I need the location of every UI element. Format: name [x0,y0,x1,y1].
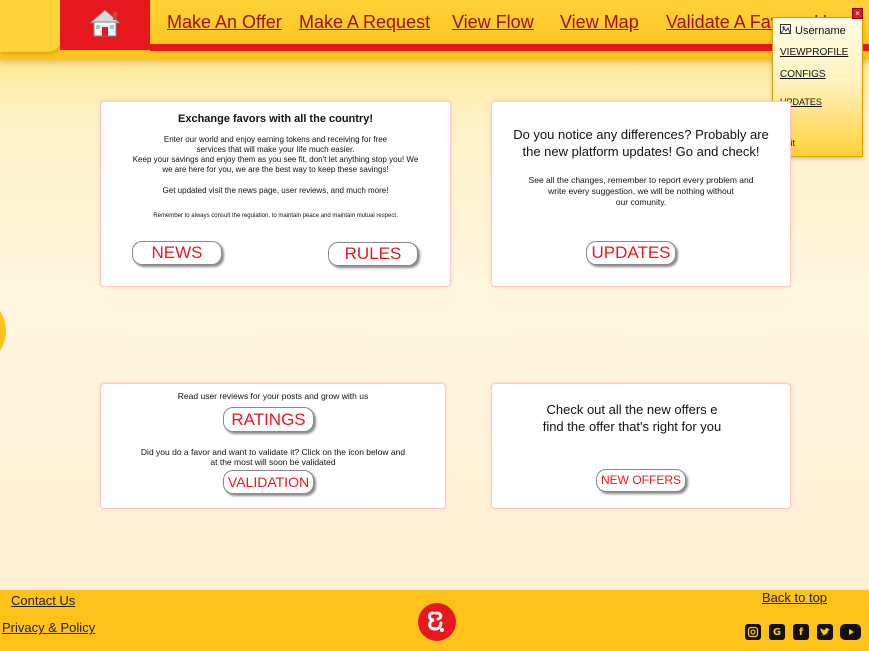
card-exchange-favors: Exchange favors with all the country! En… [100,101,451,287]
top-navigation: Make An Offer Make A Request View Flow V… [0,0,869,60]
card-text: we are here for you, we are the best way… [162,165,389,174]
instagram-icon[interactable] [745,624,761,640]
google-icon[interactable]: G [769,624,785,640]
home-icon [88,8,122,43]
back-to-top-link[interactable]: Back to top [762,590,827,605]
menu-view-profile[interactable]: VIEWPROFILE [780,47,848,58]
app-logo-icon[interactable] [418,603,456,641]
validation-button[interactable]: VALIDATION [223,470,314,494]
card-text: Get updated visit the news page, user re… [162,186,389,195]
card-text: Read user reviews for your posts and gro… [177,391,369,401]
card-text: write every suggestion, we will be nothi… [548,186,734,196]
card-ratings-validation: Read user reviews for your posts and gro… [100,383,446,509]
new-offers-button[interactable]: NEW OFFERS [596,469,686,492]
nav-underline [150,44,869,51]
card-text: find the offer that's right for you [542,419,722,434]
close-icon[interactable]: × [852,8,863,19]
card-text: Did you do a favor and want to validate … [140,447,406,457]
card-text: Remember to always consult the regulatio… [153,213,398,219]
ratings-button[interactable]: RATINGS [223,407,314,432]
privacy-policy-link[interactable]: Privacy & Policy [2,620,95,635]
card-text: Check out all the new offers e [546,402,718,417]
side-drawer-tab[interactable] [0,295,6,367]
contact-us-link[interactable]: Contact Us [11,593,75,608]
card-title: Exchange favors with all the country! [178,113,373,125]
user-profile-row[interactable]: Username [780,24,846,37]
news-button[interactable]: NEWS [132,241,222,265]
card-text: the new platform updates! Go and check! [522,144,760,159]
nav-view-flow[interactable]: View Flow [452,12,534,33]
youtube-icon[interactable] [840,624,861,640]
card-text: See all the changes, remember to report … [528,175,754,185]
card-new-offers: Check out all the new offers e find the … [491,383,791,509]
facebook-icon[interactable]: f [793,624,809,640]
menu-configs[interactable]: CONFIGS [780,69,826,80]
username-label: Username [795,24,846,37]
card-text: Enter our world and enjoy earning tokens… [163,135,388,144]
nav-make-offer[interactable]: Make An Offer [167,12,282,33]
card-text: our comunity. [615,197,667,207]
card-text: Keep your savings and enjoy them as you … [132,155,419,164]
updates-button[interactable]: UPDATES [586,241,676,265]
card-text: at the most will soon be validated [210,457,336,467]
profile-image-icon [780,24,791,37]
logo-tab [0,0,62,52]
twitter-icon[interactable] [817,624,833,640]
card-text: services that will make your life much e… [196,145,355,154]
home-button[interactable] [60,0,150,50]
nav-make-request[interactable]: Make A Request [299,12,430,33]
rules-button[interactable]: RULES [328,242,418,266]
card-updates: Do you notice any differences? Probably … [491,101,791,287]
nav-view-map[interactable]: View Map [560,12,639,33]
card-text: Do you notice any differences? Probably … [513,127,769,142]
